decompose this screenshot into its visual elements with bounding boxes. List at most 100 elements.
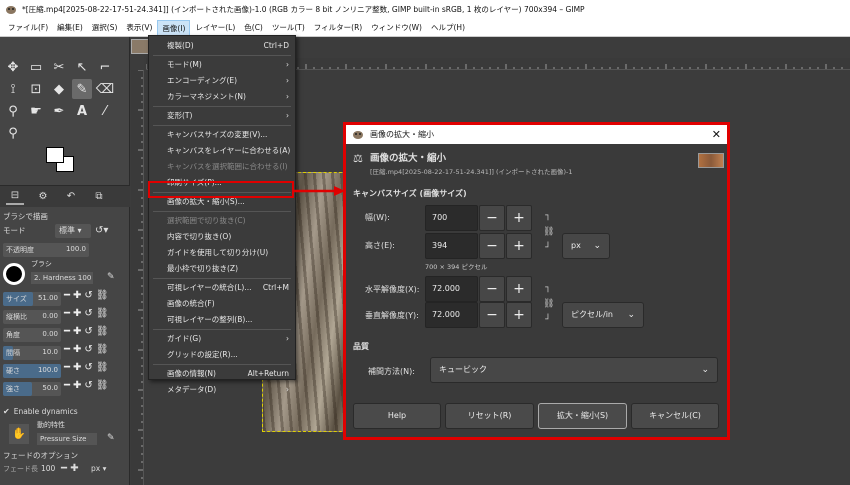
- foreground-color-swatch[interactable]: [46, 147, 64, 163]
- image-menu-item[interactable]: 可視レイヤーの整列(B)...: [149, 312, 295, 328]
- zoom-tool-icon[interactable]: ⚲: [3, 123, 23, 143]
- cage-tool-icon[interactable]: ⊡: [26, 79, 46, 99]
- menu-file[interactable]: ファイル(F): [4, 20, 52, 36]
- fade-length-controls[interactable]: ━ ✚: [61, 463, 79, 474]
- scale-button[interactable]: 拡大・縮小(S): [538, 403, 627, 429]
- fade-unit[interactable]: px ▾: [91, 464, 106, 473]
- resolution-unit-select[interactable]: ピクセル/in ⌄: [562, 302, 644, 328]
- image-menu-item[interactable]: 変形(T) ›: [149, 108, 295, 124]
- hardness-slider[interactable]: 硬さ 100.0: [3, 364, 61, 378]
- menu-filters[interactable]: フィルター(R): [310, 20, 366, 36]
- size-controls[interactable]: ━ ✚ ↺ ⛓: [64, 290, 109, 301]
- clone-tool-icon[interactable]: ⚲: [3, 101, 23, 121]
- edit-brush-icon[interactable]: ✎: [107, 272, 115, 282]
- checkbox-checked-icon[interactable]: ✔: [3, 407, 10, 416]
- yres-increment-button[interactable]: +: [506, 302, 532, 328]
- interpolation-select[interactable]: キュービック ⌄: [430, 357, 718, 383]
- close-icon[interactable]: ✕: [712, 125, 721, 144]
- image-menu-item[interactable]: キャンバスサイズの変更(V)...: [149, 127, 295, 143]
- move-tool-icon[interactable]: ✥: [3, 57, 23, 77]
- height-increment-button[interactable]: +: [506, 233, 532, 259]
- image-menu-item[interactable]: ガイドを使用して切り分け(U): [149, 245, 295, 261]
- image-menu-item[interactable]: 可視レイヤーの統合(L)... Ctrl+M: [149, 280, 295, 296]
- yres-decrement-button[interactable]: −: [479, 302, 505, 328]
- text-tool-icon[interactable]: A: [72, 101, 92, 121]
- size-slider[interactable]: サイズ 51.00: [3, 292, 61, 306]
- hardness-controls[interactable]: ━ ✚ ↺ ⛓: [64, 362, 109, 373]
- color-picker-tool-icon[interactable]: ⁄: [95, 101, 115, 121]
- edit-dynamics-icon[interactable]: ✎: [107, 433, 115, 443]
- width-input[interactable]: 700: [425, 205, 478, 231]
- paths-tool-icon[interactable]: ✒: [49, 101, 69, 121]
- dynamics-value[interactable]: Pressure Size: [37, 433, 97, 445]
- size-unit-select[interactable]: px ⌄: [562, 233, 610, 259]
- menu-edit[interactable]: 編集(E): [53, 20, 87, 36]
- reset-button[interactable]: リセット(R): [445, 403, 534, 429]
- fade-length-value[interactable]: 100: [41, 464, 55, 473]
- image-thumbnail-tab[interactable]: [131, 39, 149, 54]
- menu-tools[interactable]: ツール(T): [268, 20, 309, 36]
- image-menu-item[interactable]: エンコーディング(E) ›: [149, 73, 295, 89]
- image-menu-item[interactable]: ガイド(G) ›: [149, 331, 295, 347]
- resolution-chain-link-icon[interactable]: ┐ ⛓ ┘: [543, 280, 554, 330]
- mode-select[interactable]: 標準 ▾: [55, 223, 91, 238]
- size-chain-link-icon[interactable]: ┐ ⛓ ┘: [543, 208, 554, 258]
- undo-history-tab-icon[interactable]: ↶: [62, 189, 80, 205]
- image-menu-item[interactable]: カラーマネジメント(N) ›: [149, 89, 295, 105]
- image-menu-item[interactable]: キャンバスをレイヤーに合わせる(A): [149, 143, 295, 159]
- fg-bg-colors[interactable]: [46, 147, 76, 175]
- menu-layer[interactable]: レイヤー(L): [191, 20, 239, 36]
- image-menu-item[interactable]: メタデータ(D) ›: [149, 382, 295, 398]
- smudge-tool-icon[interactable]: ☛: [26, 101, 46, 121]
- image-menu-item[interactable]: モード(M) ›: [149, 57, 295, 73]
- image-menu-item[interactable]: 内容で切り抜き(O): [149, 229, 295, 245]
- angle-controls[interactable]: ━ ✚ ↺ ⛓: [64, 326, 109, 337]
- tool-options-tab-icon[interactable]: ⊟: [6, 189, 24, 205]
- height-input[interactable]: 394: [425, 233, 478, 259]
- scissors-select-tool-icon[interactable]: ✂: [49, 57, 69, 77]
- crop-tool-icon[interactable]: ⌐: [95, 57, 115, 77]
- images-tab-icon[interactable]: ⧉: [90, 189, 108, 205]
- xres-decrement-button[interactable]: −: [479, 276, 505, 302]
- paintbrush-tool-icon[interactable]: ✎: [72, 79, 92, 99]
- image-menu-item[interactable]: 画像の情報(N) Alt+Return: [149, 366, 295, 382]
- menu-select[interactable]: 選択(S): [88, 20, 122, 36]
- xres-input[interactable]: 72.000: [425, 276, 478, 302]
- spacing-slider[interactable]: 間隔 10.0: [3, 346, 61, 360]
- brush-preview[interactable]: [3, 263, 25, 285]
- dynamics-preview-icon[interactable]: ✋: [9, 424, 29, 444]
- reset-mode-icon[interactable]: ↺▾: [95, 225, 108, 236]
- spacing-controls[interactable]: ━ ✚ ↺ ⛓: [64, 344, 109, 355]
- image-menu-item[interactable]: 複製(D) Ctrl+D: [149, 38, 295, 54]
- cancel-button[interactable]: キャンセル(C): [631, 403, 719, 429]
- brush-name[interactable]: 2. Hardness 100: [31, 272, 93, 284]
- enable-dynamics-row[interactable]: ✔ Enable dynamics: [3, 404, 127, 419]
- menu-colors[interactable]: 色(C): [240, 20, 267, 36]
- angle-slider[interactable]: 角度 0.00: [3, 328, 61, 342]
- width-increment-button[interactable]: +: [506, 205, 532, 231]
- force-controls[interactable]: ━ ✚ ↺ ⛓: [64, 380, 109, 391]
- rect-select-tool-icon[interactable]: ▭: [26, 57, 46, 77]
- warp-tool-icon[interactable]: ⟟: [3, 79, 23, 99]
- device-status-tab-icon[interactable]: ⚙: [34, 189, 52, 205]
- menu-help[interactable]: ヘルプ(H): [427, 20, 469, 36]
- menu-image[interactable]: 画像(I): [157, 19, 191, 36]
- menu-view[interactable]: 表示(V): [122, 20, 156, 36]
- opacity-slider[interactable]: 不透明度 100.0: [3, 243, 89, 257]
- image-menu-item[interactable]: 画像の統合(F): [149, 296, 295, 312]
- image-menu-item[interactable]: 最小枠で切り抜き(Z): [149, 261, 295, 277]
- bucket-fill-tool-icon[interactable]: ◆: [49, 79, 69, 99]
- help-button[interactable]: Help: [353, 403, 441, 429]
- xres-increment-button[interactable]: +: [506, 276, 532, 302]
- eraser-tool-icon[interactable]: ⌫: [95, 79, 115, 99]
- height-decrement-button[interactable]: −: [479, 233, 505, 259]
- width-decrement-button[interactable]: −: [479, 205, 505, 231]
- vertical-ruler[interactable]: [131, 70, 144, 485]
- force-slider[interactable]: 強さ 50.0: [3, 382, 61, 396]
- fuzzy-select-tool-icon[interactable]: ↖: [72, 57, 92, 77]
- menu-windows[interactable]: ウィンドウ(W): [367, 20, 426, 36]
- aspect-controls[interactable]: ━ ✚ ↺ ⛓: [64, 308, 109, 319]
- image-menu-item[interactable]: グリッドの設定(R)...: [149, 347, 295, 363]
- yres-input[interactable]: 72.000: [425, 302, 478, 328]
- aspect-slider[interactable]: 縦横比 0.00: [3, 310, 61, 324]
